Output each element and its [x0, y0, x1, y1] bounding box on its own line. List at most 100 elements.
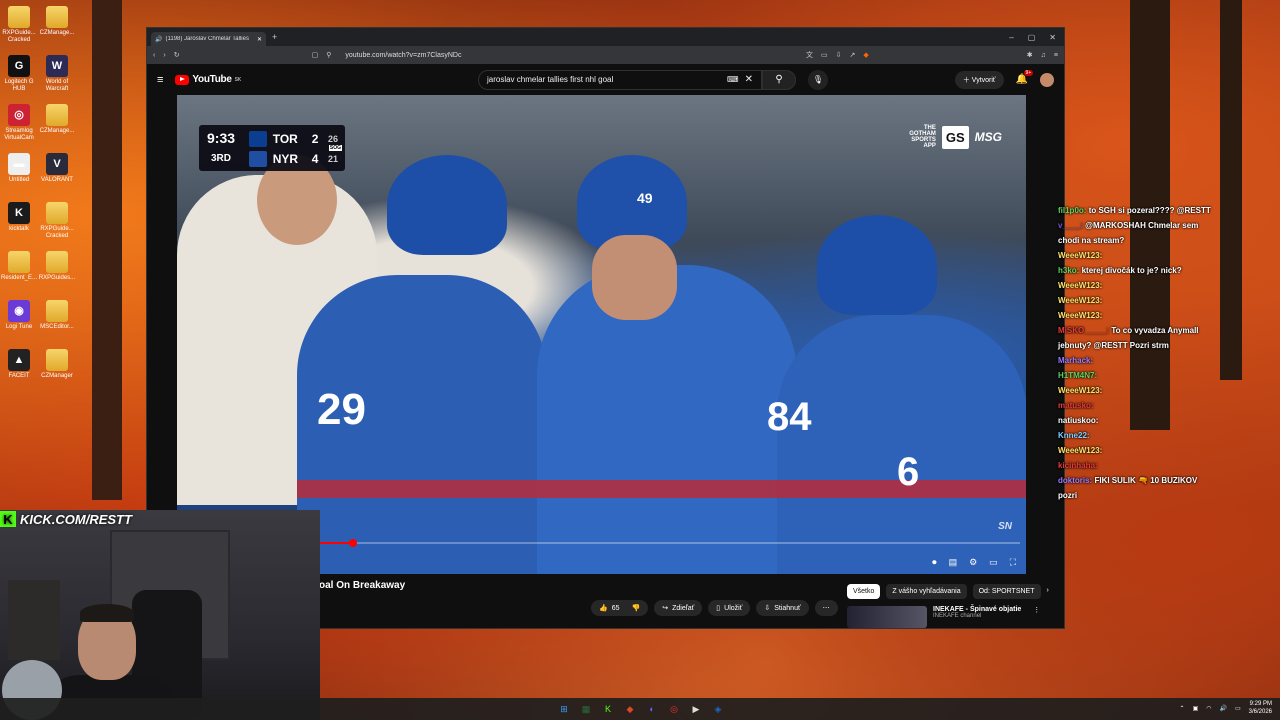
- desktop-icon[interactable]: RXPGuide... Cracked: [0, 6, 38, 44]
- site-info-icon[interactable]: ⚲: [326, 51, 331, 59]
- settings-icon[interactable]: ⚙: [969, 557, 977, 568]
- close-window-icon[interactable]: ✕: [1049, 33, 1056, 42]
- video-player[interactable]: 29 49 84 6 9:33 3RD TOR 2 26 NYR 4 21 SO…: [177, 95, 1026, 574]
- chevron-right-icon[interactable]: ›: [1047, 584, 1049, 599]
- desktop-icon[interactable]: CZManager: [38, 349, 76, 380]
- tray-chevron-icon[interactable]: ⌃: [1180, 705, 1185, 712]
- fullscreen-icon[interactable]: ⛶: [1010, 557, 1016, 568]
- download-button[interactable]: ⇩ Stiahnuť: [756, 600, 809, 616]
- desktop-icon[interactable]: CZManage...: [38, 104, 76, 135]
- desktop-icon[interactable]: RXPGuides...: [38, 251, 76, 282]
- desktop-icon[interactable]: Resident_E...: [0, 251, 38, 282]
- media-icon[interactable]: ♫: [1041, 52, 1046, 59]
- desktop-icon[interactable]: ▲ FACEIT: [0, 349, 38, 380]
- create-button[interactable]: ＋ Vytvoriť: [954, 70, 1004, 89]
- bookmark-page-icon[interactable]: ▢: [312, 51, 319, 59]
- desktop-icon[interactable]: RXPGuide... Cracked: [38, 202, 76, 240]
- minimize-icon[interactable]: –: [1009, 33, 1013, 42]
- recommended-video[interactable]: INEKAFE - Špinavé objatie INEKAFE channe…: [847, 606, 1040, 628]
- search-input[interactable]: jaroslav chmelar tallies first nhl goal …: [477, 69, 762, 90]
- chat-username[interactable]: WeeeW123:: [1058, 296, 1102, 305]
- translate-icon[interactable]: 文: [806, 50, 813, 60]
- chat-username[interactable]: WeeeW123:: [1058, 311, 1102, 320]
- taskbar-app-icon[interactable]: ▶: [688, 701, 704, 717]
- taskbar-app-icon[interactable]: K: [600, 701, 616, 717]
- share-button[interactable]: ↪ Zdieľať: [654, 600, 703, 616]
- desktop-icon[interactable]: ◉ Logi Tune: [0, 300, 38, 331]
- wifi-icon[interactable]: ◠: [1206, 705, 1211, 712]
- desktop-icon[interactable]: Kkicktalk: [0, 202, 38, 233]
- kebab-menu-icon[interactable]: ⋮: [1033, 606, 1040, 628]
- chat-username[interactable]: WeeeW123:: [1058, 386, 1102, 395]
- chat-username[interactable]: natiuskoo:: [1058, 416, 1098, 425]
- desktop-icon[interactable]: MSCEditor...: [38, 300, 76, 331]
- chat-username[interactable]: kicinhaha:: [1058, 461, 1098, 470]
- chat-username[interactable]: Marhack:: [1058, 356, 1093, 365]
- more-actions-button[interactable]: ⋯: [814, 600, 838, 616]
- share-page-icon[interactable]: ↗: [850, 51, 856, 59]
- keyboard-icon[interactable]: ⌨: [727, 75, 739, 84]
- like-button[interactable]: 👍 65 👎: [591, 600, 649, 616]
- progress-bar[interactable]: [303, 539, 1020, 547]
- desktop-icon[interactable]: G Logitech G HUB: [0, 55, 38, 93]
- save-button[interactable]: ▯ Uložiť: [708, 600, 751, 616]
- account-avatar[interactable]: [1040, 72, 1054, 87]
- menu-icon[interactable]: ≡: [1054, 52, 1058, 59]
- clock[interactable]: 9:29 PM 3/6/2026: [1249, 700, 1272, 716]
- taskbar-app-icon[interactable]: ▦: [578, 701, 594, 717]
- notifications-icon[interactable]: 🔔 9+: [1016, 70, 1034, 85]
- chat-username[interactable]: H1TM4N7:: [1058, 371, 1097, 380]
- taskbar-app-icon[interactable]: ⊞: [556, 701, 572, 717]
- chat-username[interactable]: WeeeW123:: [1058, 281, 1102, 290]
- notification-count: 9+: [1023, 70, 1034, 76]
- reload-icon[interactable]: ↻: [174, 51, 180, 59]
- chip-from-channel[interactable]: Od: SPORTSNET: [972, 584, 1041, 599]
- forward-icon[interactable]: ›: [163, 52, 165, 59]
- tray-app-icon[interactable]: ▣: [1193, 705, 1199, 712]
- brave-shield-icon[interactable]: ◆: [863, 51, 868, 59]
- taskbar-app-icon[interactable]: ◆: [622, 701, 638, 717]
- desktop-icon[interactable]: ◎ Streamlog VirtualCam: [0, 104, 38, 142]
- voice-search-button[interactable]: 🎙: [807, 69, 828, 90]
- taskbar-app-icon[interactable]: ◎: [666, 701, 682, 717]
- chat-username[interactable]: Knne22:: [1058, 431, 1090, 440]
- close-tab-icon[interactable]: ✕: [257, 36, 262, 43]
- chat-message: WeeeW123:: [1058, 278, 1218, 293]
- autoplay-toggle-icon[interactable]: ⏺: [932, 557, 937, 568]
- chat-username[interactable]: matusko:: [1058, 401, 1094, 410]
- desktop-icon[interactable]: V VALORANT: [38, 153, 76, 184]
- volume-icon[interactable]: 🔊: [1219, 705, 1226, 712]
- chat-username[interactable]: v____:: [1058, 221, 1083, 230]
- chat-username[interactable]: MiSKO_____:: [1058, 326, 1109, 335]
- tab-youtube[interactable]: 🔊 (1198) Jaroslav Chmelar Tallies ✕: [151, 32, 266, 46]
- thumbs-down-icon[interactable]: 👎: [632, 604, 641, 612]
- desktop-icon[interactable]: W World of Warcraft: [38, 55, 76, 93]
- subtitles-icon[interactable]: ▤: [949, 557, 958, 568]
- url-field[interactable]: youtube.com/watch?v=zm7ClasyNDc: [345, 52, 461, 59]
- search-button[interactable]: ⚲: [761, 69, 796, 90]
- cast-icon[interactable]: ▭: [821, 51, 828, 59]
- taskbar-app-icon[interactable]: ◈: [710, 701, 726, 717]
- chat-message: v____: @MARKOSHAH Chmelar sem chodi na s…: [1058, 218, 1218, 248]
- clear-search-icon[interactable]: ✕: [745, 74, 753, 85]
- chat-username[interactable]: fil1p0o:: [1058, 206, 1086, 215]
- chat-username[interactable]: WeeeW123:: [1058, 251, 1102, 260]
- chat-username[interactable]: doktoris:: [1058, 476, 1092, 485]
- download-icon[interactable]: ⇩: [836, 51, 842, 59]
- new-tab-icon[interactable]: +: [272, 32, 277, 42]
- extensions-icon[interactable]: ✱: [1027, 51, 1033, 59]
- desktop-icon[interactable]: CZManage...: [38, 6, 76, 37]
- battery-icon[interactable]: ▭: [1235, 705, 1241, 712]
- youtube-logo[interactable]: YouTube SK: [175, 74, 241, 85]
- desktop-icon[interactable]: ▬ Untitled: [0, 153, 38, 184]
- back-icon[interactable]: ‹: [153, 52, 155, 59]
- chip-all[interactable]: Všetko: [847, 584, 881, 599]
- chat-username[interactable]: WeeeW123:: [1058, 446, 1102, 455]
- chip-from-search[interactable]: Z vášho vyhľadávania: [886, 584, 967, 599]
- taskbar-app-icon[interactable]: ◐: [644, 701, 660, 717]
- hamburger-icon[interactable]: ≡: [157, 74, 163, 86]
- chat-username[interactable]: h3ko:: [1058, 266, 1079, 275]
- maximize-icon[interactable]: ▢: [1028, 33, 1036, 42]
- broadcaster-logos: THE GOTHAM SPORTS APP GS MSG: [909, 125, 1002, 149]
- miniplayer-icon[interactable]: ▭: [989, 557, 998, 568]
